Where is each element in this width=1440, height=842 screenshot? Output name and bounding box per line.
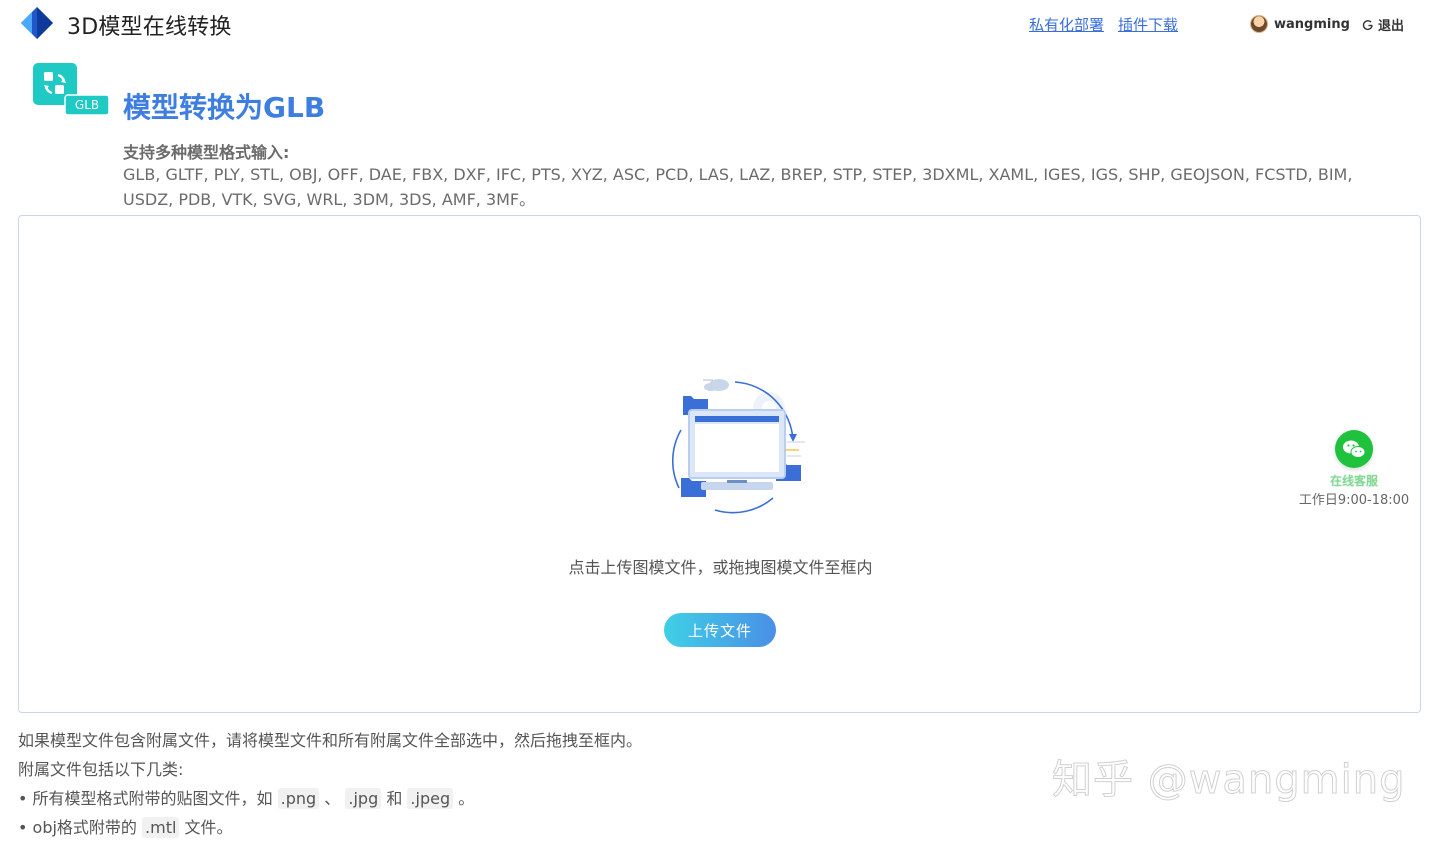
note-text: • 所有模型格式附带的贴图文件，如 bbox=[18, 789, 273, 808]
top-bar: 3D模型在线转换 私有化部署 插件下载 wangming 退出 bbox=[0, 0, 1440, 50]
upload-file-button[interactable]: 上传文件 bbox=[664, 613, 776, 647]
logout-icon bbox=[1362, 19, 1373, 30]
note-text: 文件。 bbox=[184, 818, 233, 837]
note-line-4: • obj格式附带的 .mtl 文件。 bbox=[18, 813, 1018, 842]
ext-mtl: .mtl bbox=[142, 817, 180, 838]
ext-jpeg: .jpeg bbox=[407, 788, 454, 809]
wechat-icon bbox=[1343, 440, 1366, 458]
private-deploy-link[interactable]: 私有化部署 bbox=[1029, 14, 1104, 35]
user-menu[interactable]: wangming bbox=[1250, 15, 1350, 33]
note-text: • obj格式附带的 bbox=[18, 818, 137, 837]
logout-label: 退出 bbox=[1378, 19, 1405, 34]
app-title: 3D模型在线转换 bbox=[67, 15, 232, 40]
attachment-notes: 如果模型文件包含附属文件，请将模型文件和所有附属文件全部选中，然后拖拽至框内。 … bbox=[18, 726, 1018, 842]
glb-badge-text: GLB bbox=[75, 98, 99, 112]
page-title: 模型转换为GLB bbox=[123, 91, 326, 124]
upload-illustration-icon bbox=[671, 379, 805, 514]
note-line-3: • 所有模型格式附带的贴图文件，如 .png 、 .jpg 和 .jpeg 。 bbox=[18, 784, 1018, 813]
note-line-2: 附属文件包括以下几类: bbox=[18, 760, 184, 779]
online-service-widget: 在线客服 工作日9:00-18:00 bbox=[1296, 430, 1412, 508]
wechat-service-button[interactable] bbox=[1335, 430, 1373, 468]
logo-icon[interactable] bbox=[20, 6, 54, 40]
note-end: 。 bbox=[458, 789, 475, 808]
file-dropzone[interactable]: 点击上传图模文件，或拖拽图模文件至框内 上传文件 bbox=[18, 215, 1421, 713]
top-links: 私有化部署 插件下载 bbox=[1029, 14, 1178, 35]
ext-jpg: .jpg bbox=[345, 788, 382, 809]
username: wangming bbox=[1274, 16, 1350, 32]
service-hours: 工作日9:00-18:00 bbox=[1298, 493, 1410, 508]
supported-formats-list: GLB, GLTF, PLY, STL, OBJ, OFF, DAE, FBX,… bbox=[123, 165, 1353, 209]
ext-png: .png bbox=[277, 788, 320, 809]
avatar bbox=[1250, 15, 1268, 33]
drop-hint: 点击上传图模文件，或拖拽图模文件至框内 bbox=[568, 558, 873, 577]
plugin-download-link[interactable]: 插件下载 bbox=[1118, 14, 1178, 35]
note-line-1: 如果模型文件包含附属文件，请将模型文件和所有附属文件全部选中，然后拖拽至框内。 bbox=[18, 731, 643, 750]
support-label: 支持多种模型格式输入: bbox=[123, 143, 290, 162]
logout-button[interactable]: 退出 bbox=[1362, 15, 1404, 34]
glb-format-icon: GLB bbox=[33, 63, 109, 115]
service-label[interactable]: 在线客服 bbox=[1296, 472, 1412, 489]
zhihu-watermark: 知乎 @wangming bbox=[1052, 757, 1406, 804]
note-and: 和 bbox=[386, 789, 403, 808]
note-separator: 、 bbox=[324, 789, 341, 808]
